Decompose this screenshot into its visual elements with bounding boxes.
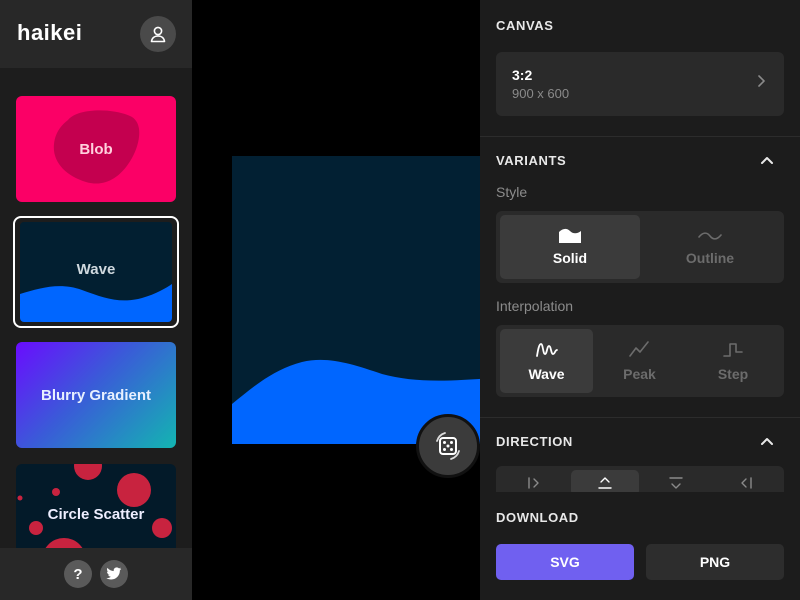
chevron-up-icon[interactable]: [760, 155, 774, 165]
arrow-up-edge-icon: [598, 477, 612, 489]
interp-option-wave[interactable]: Wave: [500, 329, 593, 393]
generator-label: Circle Scatter: [47, 505, 145, 523]
outline-icon: [698, 232, 722, 240]
generator-label: Blurry Gradient: [40, 386, 152, 404]
interpolation-label: Interpolation: [496, 298, 574, 314]
user-account-button[interactable]: [140, 16, 176, 52]
download-bar: DOWNLOAD SVG PNG: [480, 492, 800, 600]
arrow-left-edge-icon: [741, 477, 752, 489]
generator-blurry-gradient[interactable]: Blurry Gradient: [16, 342, 176, 448]
style-label: Style: [496, 184, 528, 200]
generator-blob[interactable]: Blob: [16, 96, 176, 202]
dice-icon: [436, 432, 460, 460]
interp-option-peak[interactable]: Peak: [593, 329, 686, 393]
canvas-area: [192, 0, 492, 600]
interp-option-step[interactable]: Step: [686, 329, 780, 393]
solid-icon: [559, 228, 581, 243]
interp-option-label: Wave: [528, 366, 565, 382]
user-icon: [150, 26, 166, 43]
app-root: haikei Blob Wave Blurry Gradient Circle …: [0, 0, 800, 600]
style-option-solid[interactable]: Solid: [500, 215, 640, 279]
randomize-button[interactable]: [416, 414, 480, 478]
app-logo[interactable]: haikei: [17, 20, 82, 46]
twitter-icon: [106, 567, 122, 580]
generator-list: Blob Wave Blurry Gradient Circle Scatter: [0, 68, 192, 548]
generator-label: Wave: [76, 260, 116, 278]
sidebar: haikei Blob Wave Blurry Gradient Circle …: [0, 0, 192, 600]
generator-label: Blob: [79, 140, 113, 158]
twitter-button[interactable]: [100, 560, 128, 588]
style-option-label: Outline: [685, 250, 735, 266]
step-icon: [723, 343, 743, 357]
wave-preview-shape: [232, 359, 492, 444]
style-selector: Solid Outline: [496, 211, 784, 283]
generator-circle-scatter[interactable]: Circle Scatter: [16, 464, 176, 548]
interpolation-selector: Wave Peak Step: [496, 325, 784, 397]
arrow-down-edge-icon: [669, 477, 683, 489]
direction-section-title: DIRECTION: [496, 434, 573, 449]
interp-option-label: Step: [717, 366, 749, 382]
wave-icon: [535, 343, 558, 357]
sidebar-footer: ?: [0, 548, 192, 600]
canvas-section-title: CANVAS: [496, 18, 554, 33]
chevron-up-icon[interactable]: [760, 436, 774, 446]
style-option-outline[interactable]: Outline: [640, 215, 780, 279]
download-svg-button[interactable]: SVG: [496, 544, 634, 580]
section-divider: [480, 417, 800, 418]
style-option-label: Solid: [552, 250, 588, 266]
generator-wave[interactable]: Wave: [20, 222, 172, 322]
canvas-size-selector[interactable]: 3:2 900 x 600: [496, 52, 784, 116]
settings-panel: CANVAS 3:2 900 x 600 VARIANTS Style Soli…: [480, 0, 800, 600]
canvas-ratio: 3:2: [512, 67, 533, 83]
sidebar-header: haikei: [0, 0, 192, 68]
interp-option-label: Peak: [623, 366, 656, 382]
section-divider: [480, 136, 800, 137]
variants-section-title: VARIANTS: [496, 153, 567, 168]
arrow-right-edge-icon: [528, 477, 539, 489]
chevron-right-icon: [758, 75, 765, 87]
peak-icon: [628, 341, 649, 357]
help-button[interactable]: ?: [64, 560, 92, 588]
download-png-button[interactable]: PNG: [646, 544, 784, 580]
download-section-title: DOWNLOAD: [496, 510, 579, 525]
canvas-dimensions: 900 x 600: [512, 86, 570, 101]
wave-preview-canvas: [232, 156, 492, 444]
